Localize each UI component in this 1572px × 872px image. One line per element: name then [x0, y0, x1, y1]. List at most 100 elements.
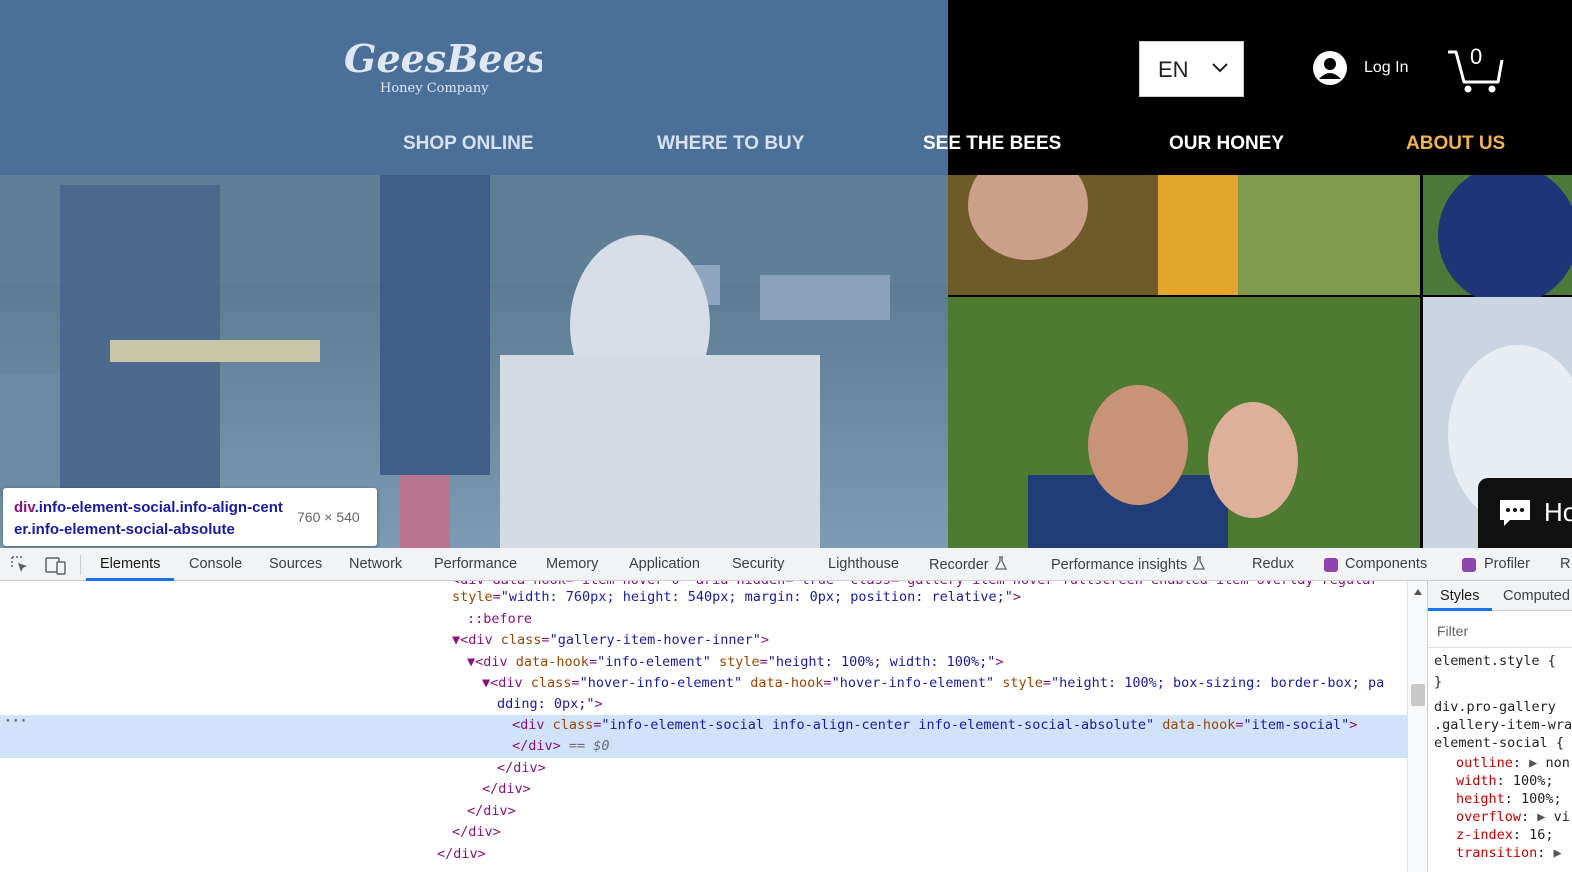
prop-name: width [1456, 773, 1497, 789]
prop-value: 100%; [1521, 791, 1562, 807]
dom-line-selected-close[interactable]: </div> == $0 [0, 736, 1407, 758]
selector-line-2[interactable]: .gallery-item-wra [1434, 716, 1572, 734]
tab-elements[interactable]: Elements [100, 556, 160, 572]
tab-application[interactable]: Application [629, 556, 700, 572]
tab-network[interactable]: Network [349, 556, 402, 572]
dom-line-selected[interactable]: <div class="info-element-social info-ali… [0, 715, 1407, 737]
tab-components[interactable]: Components [1345, 556, 1427, 572]
styles-filter-input[interactable]: Filter [1437, 623, 1468, 639]
devtools-tab-bar: Elements Console Sources Network Perform… [0, 548, 1572, 581]
tooltip-classes: .info-element-social.info-align-center.i… [14, 499, 283, 538]
attr-value: "item-social" [1243, 717, 1350, 733]
tooltip-dimensions: 760 × 540 [297, 509, 360, 525]
dom-line-style[interactable]: style="width: 760px; height: 540px; marg… [0, 587, 1407, 609]
prop-value: 16; [1529, 827, 1554, 843]
language-value: EN [1158, 57, 1189, 82]
nav-about-us[interactable]: ABOUT US [1406, 133, 1505, 155]
style-prop-outline[interactable]: outline: ▶ non [1456, 754, 1570, 772]
toolbar-separator [80, 555, 81, 575]
attr-value: "info-element" [597, 654, 711, 670]
element-style-rule[interactable]: element.style { [1434, 652, 1556, 670]
dom-line-close[interactable]: </div> [0, 844, 1407, 866]
logo-main-text: GeesBees [344, 36, 542, 81]
selector-line-3[interactable]: element-social { [1434, 734, 1564, 752]
prop-name: transition [1456, 845, 1538, 861]
attr-value: "hover-info-element" [831, 675, 995, 691]
tab-performance-insights-label: Performance insights [1051, 557, 1188, 573]
tab-console[interactable]: Console [189, 556, 242, 572]
site-header: GeesBees Honey Company EN Log In 0 SHOP … [0, 0, 1572, 175]
prop-value: 100%; [1512, 773, 1554, 789]
tab-recorder[interactable]: Recorder [929, 556, 1007, 573]
tab-memory[interactable]: Memory [546, 556, 598, 572]
dom-tree[interactable]: <div data-hook="item-hover-0" aria-hidde… [0, 581, 1407, 872]
inspect-element-icon[interactable] [10, 555, 30, 575]
nav-our-honey[interactable]: OUR HONEY [1169, 133, 1284, 155]
dom-line-info-element[interactable]: ▼<div data-hook="info-element" style="he… [0, 652, 1407, 674]
nav-see-the-bees[interactable]: SEE THE BEES [923, 133, 1061, 155]
tab-lighthouse[interactable]: Lighthouse [828, 556, 899, 572]
attr-value: "gallery-item-hover-inner" [549, 632, 761, 648]
style-prop-overflow[interactable]: overflow: ▶ vi [1456, 808, 1570, 826]
dom-line-hover-inner[interactable]: ▼<div class="gallery-item-hover-inner"> [0, 630, 1407, 652]
prop-name: outline [1456, 755, 1513, 771]
style-prop-height[interactable]: height: 100%; [1456, 790, 1562, 808]
dom-line-hover-info-element[interactable]: ▼<div class="hover-info-element" data-ho… [0, 673, 1407, 695]
close-tag: </div> [467, 803, 516, 819]
nav-where-to-buy[interactable]: WHERE TO BUY [657, 133, 804, 155]
logo-sub-text: Honey Company [380, 81, 489, 96]
devtools-panel: Elements Console Sources Network Perform… [0, 548, 1572, 872]
scrollbar-thumb[interactable] [1411, 684, 1425, 706]
selector-line-1[interactable]: div.pro-gallery [1434, 698, 1556, 716]
dom-line-close[interactable]: </div> [0, 801, 1407, 823]
attr-value: "hover-info-element" [579, 675, 743, 691]
login-link[interactable]: Log In [1364, 59, 1408, 77]
styles-pane: Styles Computed Filter element.style { }… [1427, 581, 1572, 872]
prop-value: non [1545, 755, 1570, 771]
close-tag: </div> [437, 846, 486, 862]
prop-name: overflow [1456, 809, 1522, 825]
tab-performance[interactable]: Performance [434, 556, 517, 572]
selected-marker: == $0 [568, 738, 610, 754]
styles-tab-indicator [1428, 608, 1492, 611]
chat-widget[interactable]: Ho [1478, 478, 1572, 548]
rule-close-brace: } [1434, 674, 1443, 690]
tab-overflow[interactable]: R [1560, 556, 1570, 572]
language-select[interactable]: EN [1139, 41, 1244, 97]
styles-pane-tabs: Styles Computed [1428, 581, 1572, 611]
tab-computed[interactable]: Computed [1503, 588, 1570, 604]
dom-line-close[interactable]: </div> [0, 758, 1407, 780]
dom-line-close[interactable]: </div> [0, 779, 1407, 801]
user-avatar-icon[interactable] [1312, 50, 1348, 86]
dom-line-close[interactable]: </div> [0, 822, 1407, 844]
style-prop-transition[interactable]: transition: ▶ [1456, 844, 1562, 862]
chevron-down-icon [1212, 63, 1228, 73]
geesbees-logo[interactable]: GeesBees Honey Company [340, 28, 548, 100]
close-tag: </div> [497, 760, 546, 776]
device-toolbar-icon[interactable] [45, 555, 67, 575]
more-options-dots[interactable]: ··· [4, 714, 27, 729]
flask-icon [1193, 556, 1206, 570]
tab-security[interactable]: Security [732, 556, 784, 572]
style-prop-width[interactable]: width: 100%; [1456, 772, 1554, 790]
dom-line-before[interactable]: ::before [0, 609, 1407, 631]
react-profiler-icon [1462, 558, 1476, 572]
tab-styles[interactable]: Styles [1440, 588, 1480, 604]
tab-redux[interactable]: Redux [1252, 556, 1294, 572]
attr-name: style [452, 589, 493, 605]
attr-value: "height: 100%; width: 100%;" [767, 654, 996, 670]
attr-value: "info-element-social info-align-center i… [601, 717, 1155, 733]
nav-shop-online[interactable]: SHOP ONLINE [403, 133, 534, 155]
tooltip-tag-name: div [14, 499, 35, 516]
tab-sources[interactable]: Sources [269, 556, 322, 572]
prop-name: height [1456, 791, 1505, 807]
style-prop-z-index[interactable]: z-index: 16; [1456, 826, 1554, 844]
filter-divider [1428, 647, 1572, 648]
scroll-up-arrow-icon[interactable] [1414, 589, 1422, 595]
tab-recorder-label: Recorder [929, 557, 989, 573]
close-tag: </div> [452, 824, 501, 840]
tab-performance-insights[interactable]: Performance insights [1051, 556, 1206, 573]
tab-profiler[interactable]: Profiler [1484, 556, 1530, 572]
react-components-icon [1324, 558, 1338, 572]
dom-tree-scrollbar[interactable] [1407, 581, 1427, 872]
